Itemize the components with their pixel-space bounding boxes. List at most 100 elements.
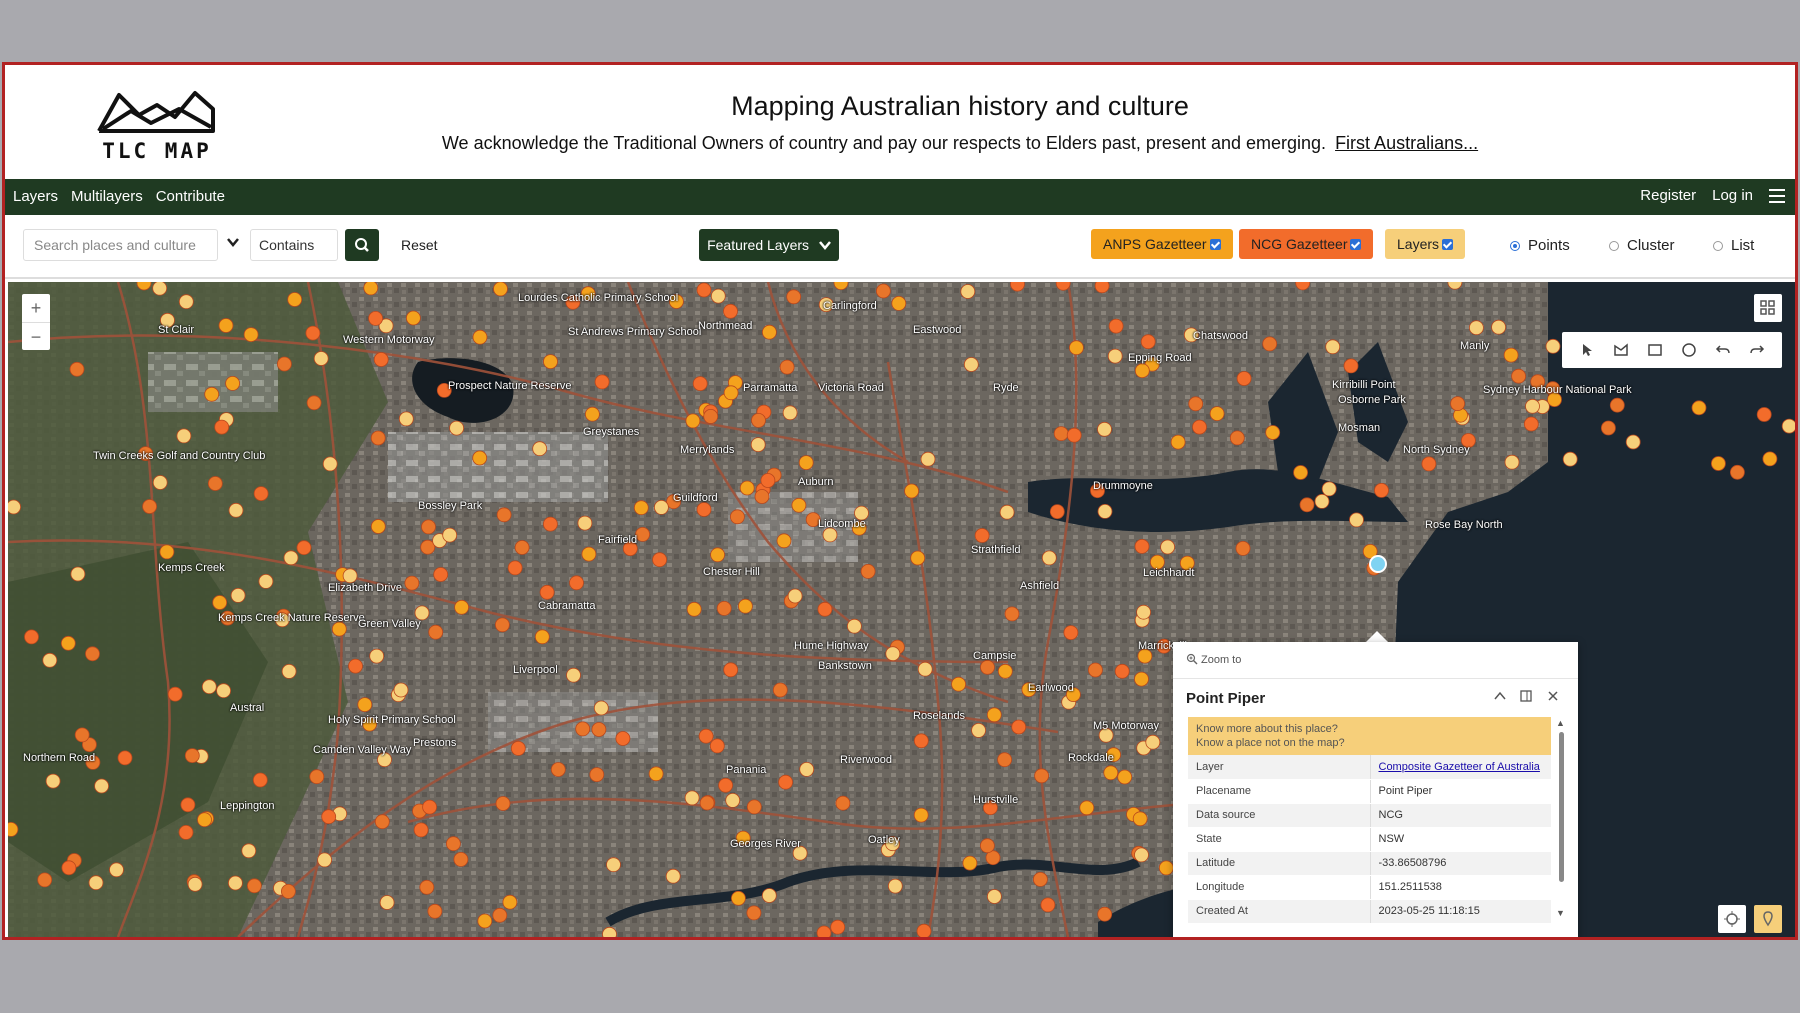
place-marker[interactable] xyxy=(88,875,104,891)
place-marker[interactable] xyxy=(951,676,966,692)
place-marker[interactable] xyxy=(1097,906,1113,922)
place-marker[interactable] xyxy=(980,838,995,854)
place-marker[interactable] xyxy=(566,667,581,683)
place-marker[interactable] xyxy=(1132,811,1148,827)
place-marker[interactable] xyxy=(442,527,458,543)
place-marker[interactable] xyxy=(738,598,753,614)
place-marker[interactable] xyxy=(648,766,664,782)
place-marker[interactable] xyxy=(1545,338,1561,354)
place-marker[interactable] xyxy=(816,925,832,937)
place-marker[interactable] xyxy=(1049,504,1065,520)
place-marker[interactable] xyxy=(585,406,600,422)
place-marker[interactable] xyxy=(569,575,584,591)
place-marker[interactable] xyxy=(178,294,194,310)
place-marker[interactable] xyxy=(453,852,469,867)
place-marker[interactable] xyxy=(1192,419,1207,435)
place-marker[interactable] xyxy=(230,587,246,603)
place-marker[interactable] xyxy=(309,769,325,785)
place-marker[interactable] xyxy=(963,357,979,372)
place-marker[interactable] xyxy=(739,480,755,496)
place-marker[interactable] xyxy=(725,793,741,808)
place-marker[interactable] xyxy=(1491,319,1506,335)
place-marker[interactable] xyxy=(1730,464,1745,480)
place-marker[interactable] xyxy=(197,812,212,828)
layer-link[interactable]: Composite Gazetteer of Australia xyxy=(1379,761,1540,773)
place-marker[interactable] xyxy=(799,761,815,777)
place-marker[interactable] xyxy=(692,376,708,391)
place-marker[interactable] xyxy=(1134,847,1149,863)
place-marker[interactable] xyxy=(74,727,90,743)
place-marker[interactable] xyxy=(1136,604,1151,620)
place-marker[interactable] xyxy=(252,772,268,788)
place-marker[interactable] xyxy=(532,441,548,457)
place-marker[interactable] xyxy=(8,499,21,515)
place-marker[interactable] xyxy=(761,888,777,903)
zoom-to-button[interactable]: Zoom to xyxy=(1186,653,1241,669)
place-marker[interactable] xyxy=(427,903,443,919)
place-marker[interactable] xyxy=(42,652,58,668)
place-marker[interactable] xyxy=(710,288,726,304)
place-marker[interactable] xyxy=(405,310,421,326)
place-marker[interactable] xyxy=(214,419,230,435)
place-marker[interactable] xyxy=(1053,426,1069,442)
place-marker[interactable] xyxy=(916,923,932,937)
place-marker[interactable] xyxy=(24,629,39,645)
place-marker[interactable] xyxy=(1040,897,1056,913)
circle-tool-icon[interactable] xyxy=(1680,341,1698,359)
place-marker[interactable] xyxy=(754,489,770,504)
place-marker[interactable] xyxy=(860,563,876,579)
place-marker[interactable] xyxy=(218,318,234,333)
zoom-in-button[interactable]: + xyxy=(22,294,50,322)
place-marker[interactable] xyxy=(1134,363,1150,379)
place-marker[interactable] xyxy=(986,707,1002,723)
place-marker[interactable] xyxy=(830,919,846,935)
place-marker[interactable] xyxy=(746,905,762,921)
rectangle-tool-icon[interactable] xyxy=(1646,341,1664,359)
place-marker[interactable] xyxy=(280,884,296,899)
collapse-icon[interactable] xyxy=(1491,689,1509,707)
place-marker[interactable] xyxy=(1108,318,1124,334)
place-marker[interactable] xyxy=(593,700,609,716)
place-marker[interactable] xyxy=(772,682,788,698)
place-marker[interactable] xyxy=(404,575,420,591)
place-marker[interactable] xyxy=(1601,420,1616,436)
place-marker[interactable] xyxy=(1625,434,1641,450)
place-marker[interactable] xyxy=(1450,396,1465,411)
view-cluster-radio[interactable]: Cluster xyxy=(1609,237,1675,254)
place-marker[interactable] xyxy=(652,552,667,568)
nav-contribute[interactable]: Contribute xyxy=(156,188,225,205)
place-marker[interactable] xyxy=(594,374,610,390)
place-marker[interactable] xyxy=(187,876,203,892)
place-marker[interactable] xyxy=(514,540,530,555)
zoom-out-button[interactable]: − xyxy=(22,322,50,350)
place-marker[interactable] xyxy=(373,352,389,367)
select-cursor-icon[interactable] xyxy=(1578,341,1596,359)
place-marker[interactable] xyxy=(1762,451,1778,467)
place-marker[interactable] xyxy=(69,361,85,377)
place-marker[interactable] xyxy=(1609,397,1625,413)
place-marker[interactable] xyxy=(368,311,384,326)
place-marker[interactable] xyxy=(685,413,701,429)
place-marker[interactable] xyxy=(1469,320,1484,336)
nav-register[interactable]: Register xyxy=(1640,187,1696,204)
place-marker[interactable] xyxy=(321,809,337,825)
place-marker[interactable] xyxy=(342,568,358,584)
place-marker[interactable] xyxy=(699,795,715,811)
place-marker[interactable] xyxy=(1236,371,1252,386)
place-marker[interactable] xyxy=(472,450,488,466)
chevron-down-icon[interactable] xyxy=(224,235,242,253)
place-marker[interactable] xyxy=(751,412,766,428)
place-marker[interactable] xyxy=(502,894,518,910)
place-marker[interactable] xyxy=(216,683,232,699)
place-marker[interactable] xyxy=(1033,872,1048,887)
nav-multilayers[interactable]: Multilayers xyxy=(71,188,143,205)
popup-scrollbar[interactable]: ▲ ▼ xyxy=(1556,718,1565,920)
view-points-radio[interactable]: Points xyxy=(1510,237,1570,254)
place-marker[interactable] xyxy=(379,895,395,910)
place-marker[interactable] xyxy=(822,527,838,543)
place-marker[interactable] xyxy=(1160,539,1175,555)
place-marker[interactable] xyxy=(974,528,990,543)
place-marker[interactable] xyxy=(152,475,168,490)
place-marker[interactable] xyxy=(306,395,322,411)
place-marker[interactable] xyxy=(398,411,414,427)
